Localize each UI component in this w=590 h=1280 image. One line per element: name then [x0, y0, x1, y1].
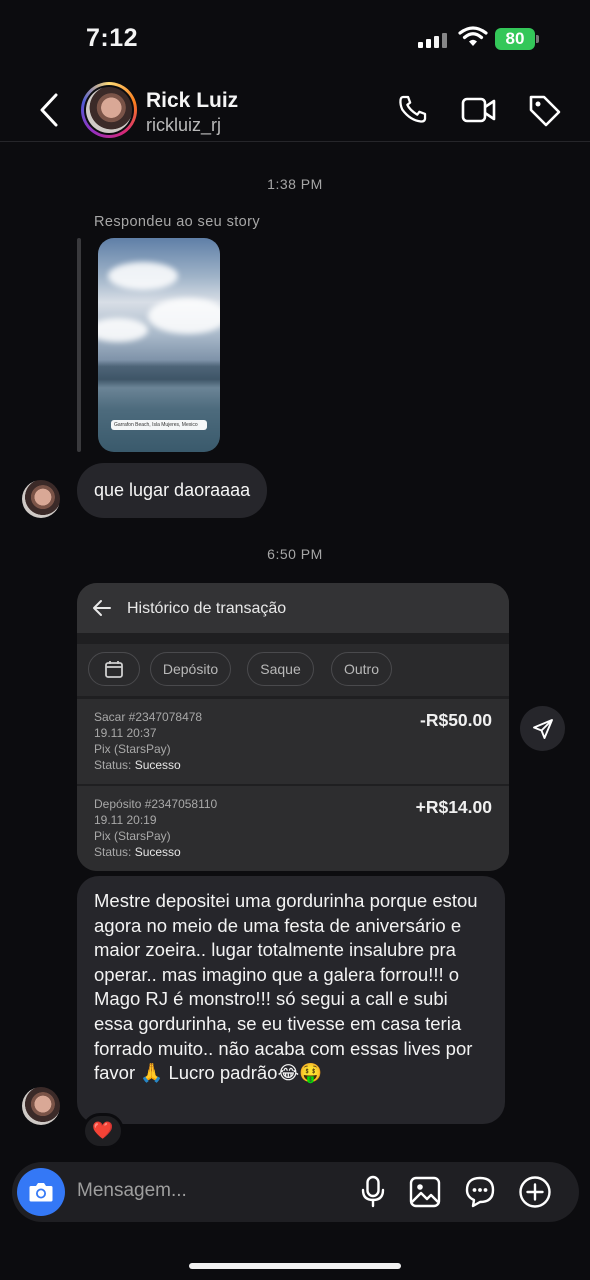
- transaction-status: Sucesso: [134, 845, 181, 859]
- wifi-icon: [458, 26, 488, 46]
- status-label: Status:: [94, 845, 132, 859]
- cellular-signal-icon: [418, 30, 448, 48]
- transaction-date: 19.11 20:37: [94, 726, 157, 740]
- camera-button[interactable]: [17, 1168, 65, 1216]
- filter-outro: Outro: [331, 652, 392, 686]
- message-input[interactable]: Mensagem...: [77, 1180, 187, 1202]
- tag-icon[interactable]: [527, 93, 563, 129]
- transaction-status: Sucesso: [134, 758, 181, 772]
- plus-icon[interactable]: [518, 1175, 552, 1209]
- battery-tip: [536, 35, 539, 43]
- story-reply-caption: Respondeu ao seu story: [94, 214, 260, 230]
- message-text: que lugar daoraaaa: [94, 480, 251, 500]
- microphone-icon[interactable]: [359, 1175, 387, 1209]
- contact-name[interactable]: Rick Luiz: [146, 89, 238, 113]
- transaction-row: Sacar #2347078478 19.11 20:37 Pix (Stars…: [77, 699, 509, 785]
- message-bubble[interactable]: Mestre depositei uma gordurinha porque e…: [77, 876, 505, 1124]
- share-button[interactable]: [520, 706, 565, 751]
- transaction-row: Depósito #2347058110 19.11 20:19 Pix (St…: [77, 786, 509, 871]
- home-indicator[interactable]: [189, 1263, 401, 1269]
- reply-quote-bar: [77, 238, 81, 452]
- camera-icon: [29, 1183, 53, 1202]
- timestamp: 1:38 PM: [267, 176, 323, 192]
- arrow-left-icon: [93, 600, 111, 616]
- sender-avatar[interactable]: [22, 1087, 60, 1125]
- transaction-amount: +R$14.00: [415, 797, 492, 817]
- transaction-id: Sacar #2347078478: [94, 710, 203, 724]
- sender-avatar[interactable]: [22, 480, 60, 518]
- status-time: 7:12: [86, 24, 139, 52]
- timestamp: 6:50 PM: [267, 546, 323, 562]
- battery-indicator: 80: [495, 28, 535, 50]
- filter-deposito: Depósito: [150, 652, 231, 686]
- sticker-icon[interactable]: [464, 1176, 496, 1208]
- story-location-sticker: Garrafon Beach, Isla Mujeres, Mexico: [111, 420, 207, 430]
- heart-reaction[interactable]: ❤️: [82, 1113, 124, 1149]
- send-icon: [532, 718, 553, 739]
- transaction-history-image[interactable]: Histórico de transação Depósito Saque Ou…: [77, 583, 509, 871]
- card-title: Histórico de transação: [127, 600, 287, 617]
- video-camera-icon[interactable]: [461, 94, 497, 126]
- calendar-icon: [105, 661, 123, 678]
- avatar-photo: [86, 87, 132, 133]
- filter-row: Depósito Saque Outro: [77, 644, 509, 696]
- contact-username[interactable]: rickluiz_rj: [146, 115, 221, 136]
- transaction-method: Pix (StarsPay): [94, 829, 171, 843]
- status-label: Status:: [94, 758, 132, 772]
- profile-avatar[interactable]: [81, 82, 137, 138]
- calendar-filter: [88, 652, 140, 686]
- transaction-method: Pix (StarsPay): [94, 742, 171, 756]
- header-divider: [0, 141, 590, 142]
- phone-icon[interactable]: [396, 92, 430, 126]
- gallery-icon[interactable]: [409, 1176, 441, 1208]
- transaction-id: Depósito #2347058110: [94, 797, 218, 811]
- message-text: Mestre depositei uma gordurinha porque e…: [94, 890, 478, 1084]
- back-arrow-icon[interactable]: [36, 92, 62, 128]
- message-bubble[interactable]: que lugar daoraaaa: [77, 463, 268, 518]
- story-thumbnail[interactable]: Garrafon Beach, Isla Mujeres, Mexico: [98, 238, 220, 452]
- transaction-date: 19.11 20:19: [94, 813, 157, 827]
- transaction-amount: -R$50.00: [420, 710, 492, 730]
- filter-saque: Saque: [247, 652, 314, 686]
